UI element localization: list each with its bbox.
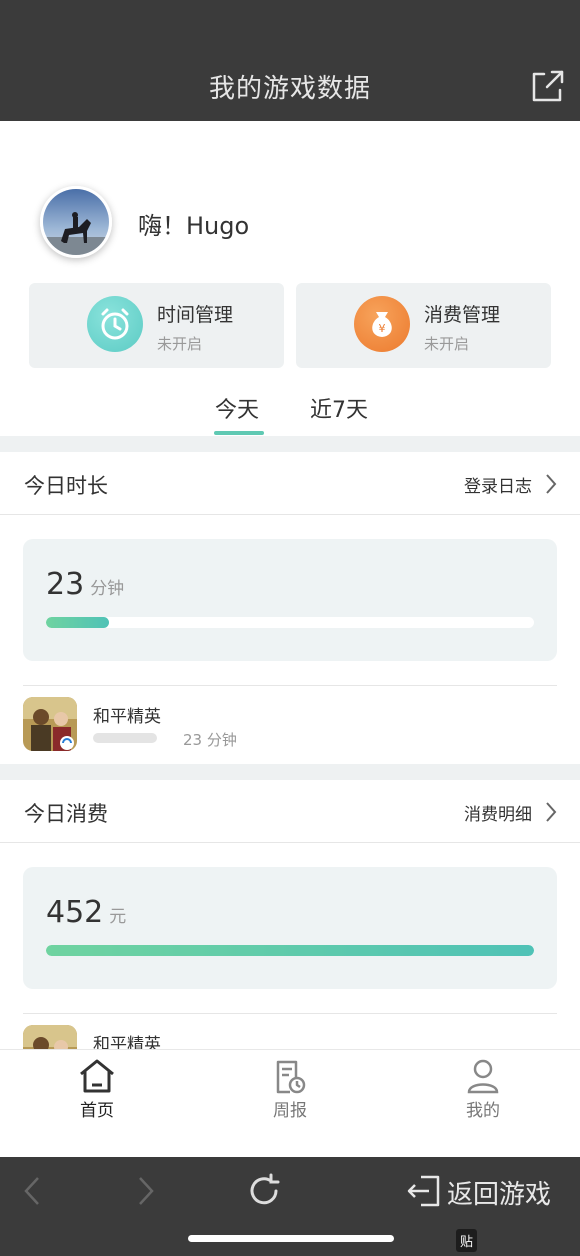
spend-management-card[interactable]: ¥ 消费管理 未开启 [296,283,551,368]
spend-management-title: 消费管理 [424,304,501,326]
tab-today[interactable]: 今天 [215,392,259,424]
login-log-label: 登录日志 [464,477,532,497]
duration-progress-bar [46,617,534,628]
game-icon [23,1025,77,1049]
divider [0,514,580,515]
nav-home-label: 首页 [80,1101,114,1121]
alarm-clock-icon [87,296,143,352]
spend-detail-link[interactable]: 消费明细 [464,800,532,825]
home-icon [80,1059,114,1093]
nav-mine-label: 我的 [466,1101,500,1121]
duration-card: 23 分钟 [23,539,557,661]
nav-home[interactable]: 首页 [57,1058,137,1121]
page-title: 我的游戏数据 [208,74,371,104]
login-log-link[interactable]: 登录日志 [464,472,532,497]
duration-unit: 分钟 [90,579,125,599]
spend-progress-bar [46,945,534,956]
report-icon [276,1060,306,1094]
tab-active-indicator [214,431,264,435]
chevron-right-icon [546,474,557,494]
spend-unit: 元 [109,907,127,927]
game-icon [23,697,77,751]
avatar[interactable] [40,186,112,258]
divider [0,436,580,452]
divider [0,764,580,780]
divider [0,842,580,843]
spend-value: 452 [46,895,104,930]
spend-detail-label: 消费明细 [464,805,532,825]
duration-value-row: 23 分钟 [46,567,124,602]
user-icon [467,1059,499,1094]
chevron-right-icon [546,802,557,822]
spend-value-row: 452 元 [46,895,126,930]
share-icon[interactable] [530,68,566,104]
time-management-card[interactable]: 时间管理 未开启 [29,283,284,368]
money-bag-icon: ¥ [354,296,410,352]
spend-card: 452 元 [23,867,557,989]
home-indicator [188,1235,394,1242]
time-management-status: 未开启 [157,335,203,353]
spend-progress-fill [46,945,534,956]
game-time: 23 分钟 [183,731,237,749]
bottom-nav: 首页 周报 我的 [0,1049,580,1157]
top-bar: 我的游戏数据 [0,0,580,121]
today-duration-title: 今日时长 [24,474,108,498]
refresh-icon[interactable] [245,1172,283,1210]
greeting-text: 嗨！Hugo [138,212,250,240]
exit-icon[interactable] [405,1174,441,1208]
time-management-title: 时间管理 [157,304,234,326]
nav-report[interactable]: 周报 [250,1058,330,1121]
back-arrow-icon[interactable] [22,1175,42,1207]
tab-7days[interactable]: 近7天 [310,392,368,424]
game-time-bar [93,733,157,743]
duration-value: 23 [46,567,85,602]
nav-report-label: 周报 [273,1101,307,1121]
today-spend-title: 今日消费 [24,802,108,826]
spend-management-status: 未开启 [424,335,470,353]
svg-text:¥: ¥ [379,322,386,335]
watermark: 贴 [456,1229,478,1252]
browser-bar: 返回游戏 贴 [0,1157,580,1256]
duration-progress-fill [46,617,110,628]
nav-mine[interactable]: 我的 [443,1058,523,1121]
divider [23,1013,557,1014]
divider [23,685,557,686]
game-name: 和平精英 [93,707,161,727]
forward-arrow-icon[interactable] [136,1175,156,1207]
return-game-button[interactable]: 返回游戏 [447,1174,551,1211]
